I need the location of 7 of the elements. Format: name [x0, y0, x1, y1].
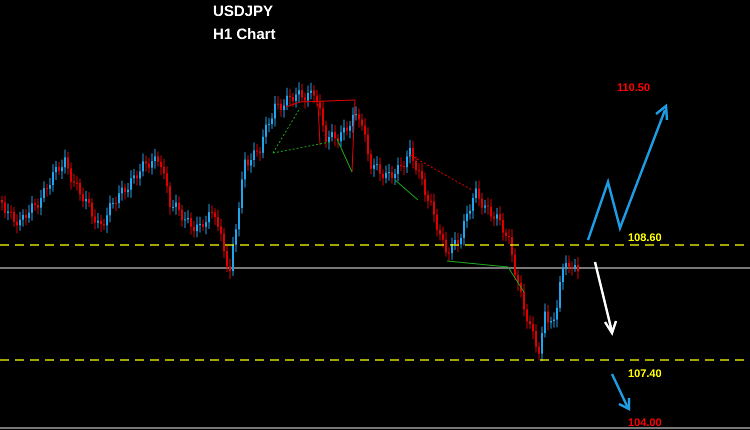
timeframe-label: H1 Chart — [213, 26, 276, 43]
forecast-arrow — [610, 373, 630, 412]
price-label: 108.60 — [628, 232, 662, 244]
price-label: 107.40 — [628, 368, 662, 380]
price-label: 104.00 — [628, 417, 662, 429]
symbol-title: USDJPY — [213, 3, 274, 20]
price-label: 110.50 — [617, 82, 650, 94]
